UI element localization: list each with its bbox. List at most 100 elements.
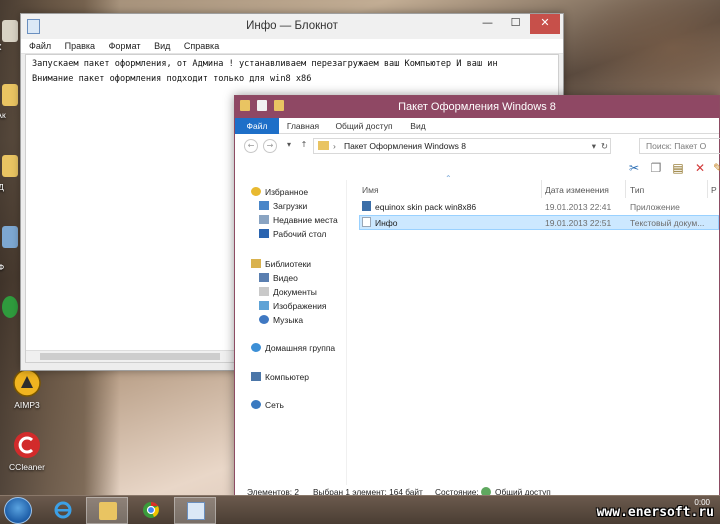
breadcrumb-path: Пакет Оформления Windows 8 [344,141,466,151]
tab-file[interactable]: Файл [235,118,279,134]
desktop-icon-label-fragment: Д [0,182,4,192]
star-icon [251,187,261,196]
file-row-selected[interactable]: Инфо 19.01.2013 22:51 Текстовый докум... [359,215,719,230]
desktop-icon-label: AIMP3 [14,400,40,410]
cut-icon[interactable]: ✂ [627,161,641,176]
desktop-folder-icon[interactable] [2,84,18,106]
nav-favorites[interactable]: Избранное [251,186,308,198]
minimize-button[interactable]: — [474,14,501,34]
images-icon [259,301,269,310]
up-button[interactable]: ↑ [297,139,311,153]
close-button[interactable]: ✕ [530,14,560,34]
taskbar-ie[interactable] [42,497,84,524]
music-icon [259,315,269,324]
desktop-icon-label-fragment: Ф [0,262,5,272]
menu-bar: Файл Правка Формат Вид Справка [21,39,563,54]
file-row[interactable]: equinox skin pack win8x86 19.01.2013 22:… [359,200,719,215]
desktop-app-icon[interactable] [2,296,18,318]
ccleaner-icon [12,430,42,460]
menu-format[interactable]: Формат [109,39,141,53]
text-file-icon [362,217,371,227]
column-divider[interactable] [541,180,542,198]
nav-computer[interactable]: Компьютер [251,371,309,383]
start-button[interactable] [4,497,32,524]
file-date: 19.01.2013 22:41 [545,202,612,212]
desktop-icon-ccleaner[interactable]: CCleaner [5,430,49,472]
nav-desktop[interactable]: Рабочий стол [259,228,326,240]
sort-arrow-icon: ⌃ [445,174,452,183]
aimp-icon [12,368,42,398]
explorer-titlebar[interactable]: Пакет Оформления Windows 8 [235,96,719,118]
ie-icon [54,501,72,519]
folder-icon [99,502,117,520]
nav-video[interactable]: Видео [259,272,298,284]
desktop-icon-aimp3[interactable]: AIMP3 [5,368,49,410]
tab-share[interactable]: Общий доступ [333,118,395,134]
column-header-date[interactable]: Дата изменения [545,184,609,196]
video-icon [259,273,269,282]
nav-downloads[interactable]: Загрузки [259,200,307,212]
address-bar[interactable]: › Пакет Оформления Windows 8 ▾ ↻ [313,138,611,154]
recent-places-icon [259,215,269,224]
recent-locations-icon[interactable]: ▾ [282,139,296,153]
nav-images[interactable]: Изображения [259,300,326,312]
delete-icon[interactable]: ✕ [693,161,707,176]
ribbon-tabs: Файл Главная Общий доступ Вид [235,118,719,134]
taskbar-notepad[interactable] [174,497,216,524]
column-header-type[interactable]: Тип [630,184,644,196]
folder-icon [318,141,329,150]
notepad-titlebar[interactable]: Инфо — Блокнот — ☐ ✕ [21,14,563,39]
tab-view[interactable]: Вид [407,118,429,134]
paste-icon[interactable]: ▤ [671,161,685,176]
scrollbar-thumb[interactable] [40,353,220,360]
documents-icon [259,287,269,296]
desktop-folder-icon[interactable] [2,155,18,177]
back-button[interactable]: ← [244,139,258,153]
ribbon-toolbar: ✂ ❐ ▤ ✕ ✎ [235,158,720,180]
window-title: Пакет Оформления Windows 8 [398,101,556,113]
column-divider[interactable] [625,180,626,198]
taskbar-explorer[interactable] [86,497,128,524]
menu-view[interactable]: Вид [154,39,170,53]
nav-documents[interactable]: Документы [259,286,317,298]
maximize-button[interactable]: ☐ [502,14,529,34]
column-divider[interactable] [707,180,708,198]
libraries-icon [251,259,261,268]
notepad-icon [187,502,205,520]
desktop-app-icon[interactable] [2,226,18,248]
refresh-icon[interactable]: ↻ [601,139,608,153]
file-date: 19.01.2013 22:51 [545,218,612,228]
chevron-down-icon[interactable]: ▾ [592,139,596,153]
menu-edit[interactable]: Правка [65,39,95,53]
computer-icon [251,372,261,381]
forward-button[interactable]: → [263,139,277,153]
nav-recent[interactable]: Недавние места [259,214,338,226]
desktop-icon [259,229,269,238]
file-list: Имя Дата изменения Тип Р ⌃ equinox skin … [359,174,719,485]
search-input[interactable]: Поиск: Пакет О [639,138,720,154]
nav-music[interactable]: Музыка [259,314,303,326]
menu-file[interactable]: Файл [29,39,51,53]
downloads-icon [259,201,269,210]
copy-icon[interactable]: ❐ [649,161,663,176]
network-icon [251,400,261,409]
rename-icon[interactable]: ✎ [711,161,720,176]
nav-network[interactable]: Сеть [251,399,284,411]
application-icon [362,201,371,211]
explorer-window[interactable]: Пакет Оформления Windows 8 Файл Главная … [234,95,720,500]
taskbar-chrome[interactable] [130,497,172,524]
desktop-icon-fragment[interactable] [2,20,18,42]
column-header-size[interactable]: Р [711,184,717,196]
column-header-name[interactable]: Имя [362,184,379,196]
file-name: equinox skin pack win8x86 [375,202,477,212]
breadcrumb-separator-icon: › [333,141,336,151]
nav-libraries[interactable]: Библиотеки [251,258,311,270]
tab-home[interactable]: Главная [283,118,323,134]
text-line-1: Запускаем пакет оформления, от Админа ! … [32,59,498,69]
menu-help[interactable]: Справка [184,39,219,53]
text-line-2: Внимание пакет оформления подходит тольк… [32,74,312,84]
file-type: Текстовый докум... [630,218,705,228]
chrome-icon [142,501,160,519]
nav-homegroup[interactable]: Домашняя группа [251,342,335,354]
desktop-icon-label-fragment: Ак [0,110,6,120]
